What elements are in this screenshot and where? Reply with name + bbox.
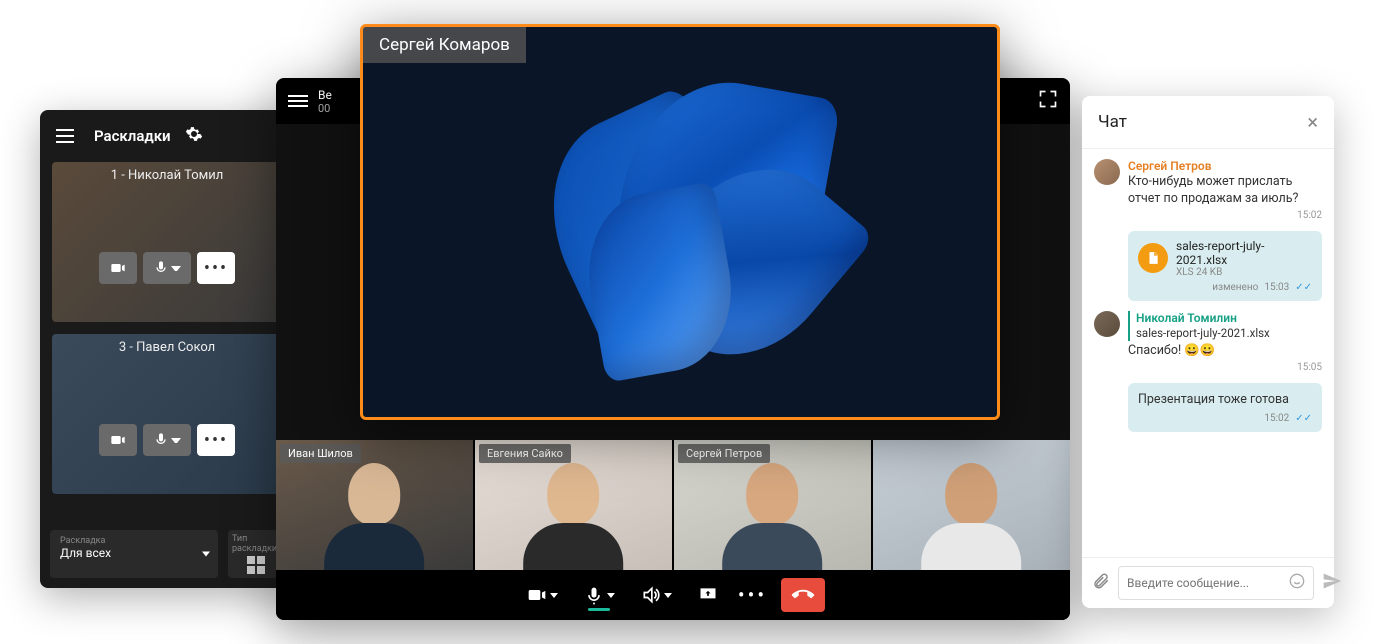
- file-icon: [1138, 243, 1168, 273]
- camera-button[interactable]: [99, 252, 137, 284]
- message-time: 15:05: [1128, 362, 1322, 373]
- wallpaper-bloom: [500, 42, 860, 402]
- file-meta: XLS 24 KB: [1176, 267, 1312, 278]
- tile-label: 3 - Павел Сокол: [52, 340, 282, 355]
- mic-level-indicator: [588, 608, 610, 611]
- participant-thumb[interactable]: Сергей Петров: [674, 440, 871, 570]
- avatar: [1094, 311, 1120, 337]
- layout-tile[interactable]: 1 - Николай Томил •••: [52, 162, 282, 322]
- participant-thumbnails: Иван Шилов Евгения Сайко Сергей Петров: [276, 440, 1070, 570]
- chat-message: Николай Томилин sales-report-july-2021.x…: [1094, 311, 1322, 373]
- message-author: Николай Томилин: [1136, 311, 1322, 325]
- conference-toolbar: •••: [276, 570, 1070, 620]
- layout-tile-list: 1 - Николай Томил ••• 3 - Павел Сокол ••…: [40, 162, 294, 520]
- layouts-title: Раскладки: [94, 127, 171, 145]
- avatar: [1094, 159, 1120, 185]
- quoted-file: sales-report-july-2021.xlsx: [1136, 326, 1322, 342]
- read-check-icon: ✓✓: [1295, 413, 1312, 424]
- chat-title: Чат: [1098, 112, 1127, 132]
- chevron-down-icon: [607, 593, 615, 598]
- tile-label: 1 - Николай Томил: [52, 168, 282, 183]
- chevron-down-icon: [664, 593, 672, 598]
- message-text: Спасибо! 😀😀: [1128, 343, 1322, 360]
- mic-button[interactable]: [143, 424, 191, 456]
- chat-input-bar: [1082, 557, 1334, 608]
- pinned-speaker-name: Сергей Комаров: [363, 27, 526, 63]
- chat-message: Сергей Петров Кто-нибудь может прислать …: [1094, 159, 1322, 221]
- grid-icon: [247, 556, 265, 574]
- message-text: Кто-нибудь может прислать отчет по прода…: [1128, 174, 1322, 208]
- chat-header: Чат ×: [1082, 96, 1334, 149]
- layouts-footer: Раскладка Для всех Тип раскладки: [40, 520, 294, 588]
- more-button[interactable]: •••: [197, 424, 235, 456]
- send-icon[interactable]: [1322, 571, 1342, 595]
- participant-thumb[interactable]: [873, 440, 1070, 570]
- chat-messages: Сергей Петров Кто-нибудь может прислать …: [1082, 149, 1334, 557]
- layouts-panel: Раскладки 1 - Николай Томил ••• 3 - Паве…: [40, 110, 294, 588]
- camera-button[interactable]: [99, 424, 137, 456]
- gear-icon[interactable]: [185, 125, 203, 147]
- message-input-wrapper: [1118, 566, 1314, 600]
- layouts-header: Раскладки: [40, 110, 294, 162]
- pinned-speaker[interactable]: Сергей Комаров: [360, 24, 1000, 420]
- chat-panel: Чат × Сергей Петров Кто-нибудь может при…: [1082, 96, 1334, 608]
- topbar-info: Ве 00: [318, 88, 332, 115]
- layout-tile[interactable]: 3 - Павел Сокол •••: [52, 334, 282, 494]
- mic-button[interactable]: [143, 252, 191, 284]
- speaker-toggle[interactable]: [635, 579, 678, 611]
- chat-file-bubble[interactable]: sales-report-july-2021.xlsx XLS 24 KB из…: [1128, 231, 1322, 301]
- layout-dropdown[interactable]: Раскладка Для всех: [50, 530, 218, 578]
- message-time: 15:02: [1128, 210, 1322, 221]
- emoji-icon[interactable]: [1289, 573, 1305, 593]
- more-options[interactable]: •••: [738, 583, 767, 607]
- participant-thumb[interactable]: Евгения Сайко: [475, 440, 672, 570]
- menu-icon[interactable]: [56, 124, 80, 148]
- chevron-down-icon: [202, 552, 210, 557]
- fullscreen-icon[interactable]: [1038, 89, 1058, 113]
- message-input[interactable]: [1127, 576, 1283, 590]
- camera-toggle[interactable]: [521, 579, 564, 611]
- attach-icon[interactable]: [1092, 572, 1110, 594]
- chevron-down-icon: [550, 593, 558, 598]
- menu-icon[interactable]: [288, 95, 308, 107]
- message-text: Презентация тоже готова: [1138, 392, 1312, 409]
- close-icon[interactable]: ×: [1307, 110, 1318, 134]
- more-button[interactable]: •••: [197, 252, 235, 284]
- message-author: Сергей Петров: [1128, 159, 1322, 173]
- participant-thumb[interactable]: Иван Шилов: [276, 440, 473, 570]
- mic-toggle[interactable]: [578, 580, 621, 611]
- share-screen-button[interactable]: [692, 579, 724, 611]
- chat-bubble: Презентация тоже готова 15:02 ✓✓: [1128, 383, 1322, 432]
- hangup-button[interactable]: [781, 578, 825, 612]
- read-check-icon: ✓✓: [1295, 282, 1312, 293]
- file-name: sales-report-july-2021.xlsx: [1176, 239, 1312, 267]
